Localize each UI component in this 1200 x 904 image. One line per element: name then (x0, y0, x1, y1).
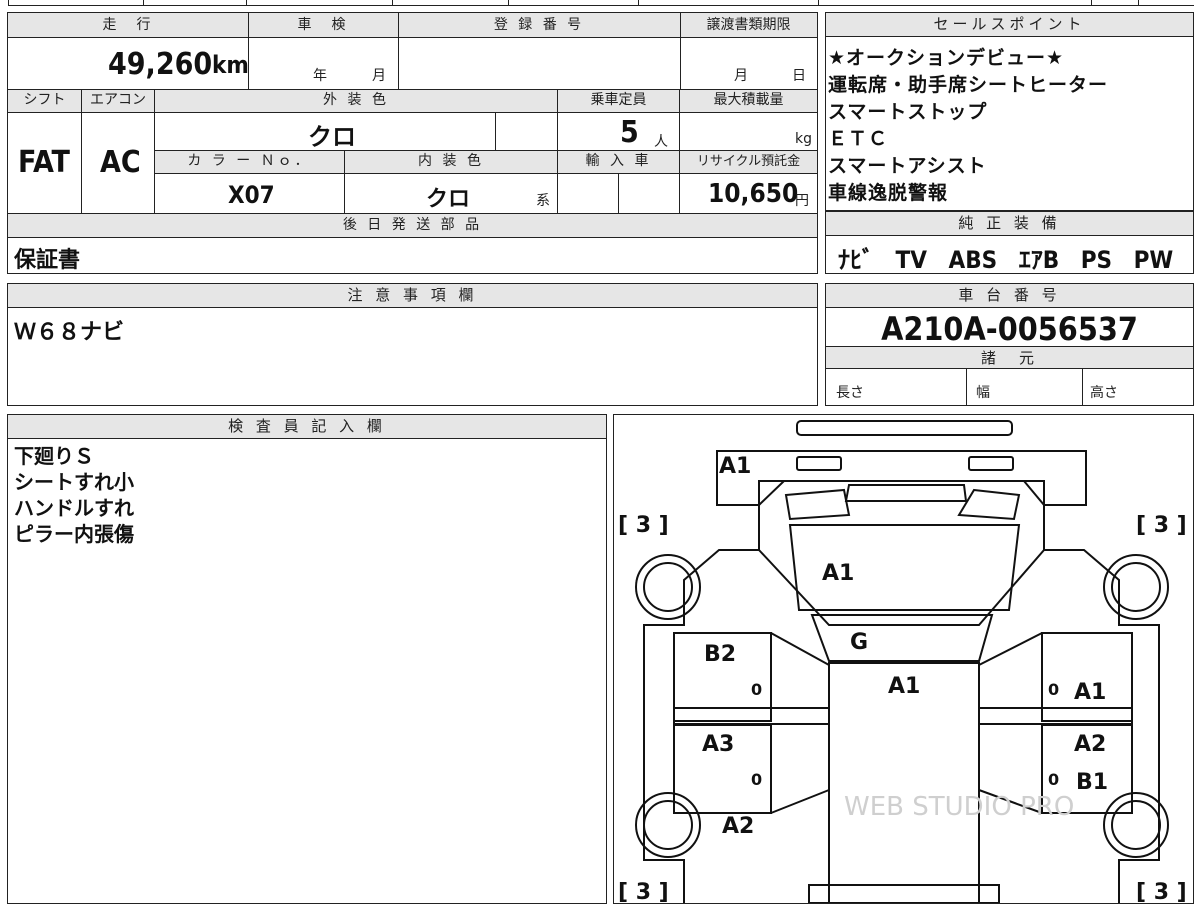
equipment-item: PW (1133, 246, 1174, 274)
zero-mark: 0 (1048, 680, 1059, 699)
height-label: 高さ (1090, 385, 1118, 401)
car-diagram-panel: WEB STUDIO PRO [ 3 ] [ 3 ] [ 3 ] [ 3 ] A… (613, 414, 1194, 904)
equipment-item: ABS (948, 246, 998, 274)
car-diagram: WEB STUDIO PRO [ 3 ] [ 3 ] [ 3 ] [ 3 ] A… (618, 420, 1187, 903)
inspector-label: 検 査 員 記 入 欄 (8, 415, 606, 439)
sales-point-item: スマートアシスト (828, 155, 987, 177)
shift-value: FAT (18, 145, 70, 180)
roof (828, 662, 980, 903)
exterior-color-label: 外 装 色 (155, 90, 557, 112)
zero-mark: 0 (751, 770, 762, 789)
inspector-panel: 検 査 員 記 入 欄 下廻りＳ シートすれ小 ハンドルすれ ピラー内張傷 (7, 414, 607, 904)
registration-label: 登 録 番 号 (398, 13, 680, 37)
recycle-fee-unit: 円 (795, 193, 809, 209)
interior-color-suffix: 系 (536, 193, 550, 209)
inspector-notes: 下廻りＳ シートすれ小 ハンドルすれ ピラー内張傷 (14, 443, 134, 547)
later-parts-label: 後 日 発 送 部 品 (8, 214, 817, 237)
mark-right-rear-door-1: A2 (1074, 732, 1106, 757)
vehicle-info-table: 走 行 車 検 登 録 番 号 譲渡書類期限 49,260 km 年 月 月 日… (7, 12, 818, 274)
tire-front-left: [ 3 ] (618, 513, 669, 538)
equipment-item: PS (1080, 246, 1113, 274)
tire-front-right: [ 3 ] (1136, 513, 1187, 538)
mark-front-bumper: A1 (719, 454, 751, 479)
transfer-day: 日 (792, 68, 806, 84)
equipment-item: ｴｱB (1018, 246, 1060, 274)
equipment-item: ﾅﾋﾞ (838, 246, 874, 274)
wheel-front-right (1103, 554, 1169, 620)
sales-points-list: ★オークションデビュー★ 運転席・助手席シートヒーター スマートストップ ＥＴＣ… (828, 45, 1192, 207)
interior-color-label: 内 装 色 (345, 151, 557, 173)
interior-color-value: クロ (426, 187, 471, 212)
color-no-label: カ ラ ー Ｎｏ． (155, 151, 344, 173)
chassis-panel: 車 台 番 号 A210A-0056537 諸 元 長さ 幅 高さ (825, 283, 1194, 406)
notes-value: Ｗ６８ナビ (14, 320, 125, 345)
length-label: 長さ (836, 385, 864, 401)
wheel-rear-left (635, 792, 701, 858)
chassis-number: A210A-0056537 (881, 310, 1138, 348)
capacity-label: 乗車定員 (558, 90, 679, 112)
mileage-unit: km (212, 51, 249, 79)
sales-point-item: ★オークションデビュー★ (828, 47, 1065, 69)
capacity-unit: 人 (654, 134, 668, 150)
inspector-note-line: シートすれ小 (14, 470, 134, 494)
watermark: WEB STUDIO PRO (844, 792, 1074, 822)
inspection-month: 月 (372, 68, 386, 84)
sales-point-item: スマートストップ (828, 101, 988, 123)
equipment-item: TV (895, 246, 927, 274)
sales-point-item: 運転席・助手席シートヒーター (828, 74, 1109, 96)
mark-roof: A1 (888, 674, 920, 699)
width-label: 幅 (976, 385, 990, 401)
transfer-deadline-label: 譲渡書類期限 (680, 13, 817, 37)
front-bumper (716, 450, 1087, 506)
top-cutoff-strip (8, 0, 1194, 6)
sales-point-item: 車線逸脱警報 (828, 182, 949, 204)
import-label: 輸 入 車 (558, 151, 679, 173)
notes-panel: 注 意 事 項 欄 Ｗ６８ナビ (7, 283, 818, 406)
inspection-label: 車 検 (248, 13, 398, 37)
mark-hood: A1 (822, 561, 854, 586)
ac-value: AC (100, 145, 141, 180)
max-load-label: 最大積載量 (680, 90, 817, 112)
capacity-value: 5 (620, 115, 639, 150)
spec-label: 諸 元 (826, 347, 1193, 369)
zero-mark: 0 (751, 680, 762, 699)
max-load-unit: kg (795, 131, 812, 147)
equipment-panel: 純 正 装 備 ﾅﾋﾞ TV ABS ｴｱB PS PW (825, 211, 1194, 274)
inspector-note-line: ピラー内張傷 (14, 522, 134, 546)
mileage-label: 走 行 (8, 13, 248, 37)
recycle-fee-value: 10,650 (708, 179, 799, 209)
sales-points-panel: セールスポイント ★オークションデビュー★ 運転席・助手席シートヒーター スマー… (825, 12, 1194, 211)
inspection-year: 年 (313, 68, 327, 84)
mark-windshield: G (850, 630, 868, 655)
hood (758, 480, 1045, 626)
mark-right-front-door: A1 (1074, 680, 1106, 705)
ac-label: エアコン (82, 90, 154, 112)
mark-left-rear-fender: A2 (722, 814, 754, 839)
mark-left-front-door: B2 (704, 642, 736, 667)
front-bumper-top (796, 420, 1013, 436)
chassis-label: 車 台 番 号 (826, 284, 1193, 308)
color-no-value: X07 (228, 181, 275, 209)
equipment-label: 純 正 装 備 (826, 212, 1193, 236)
mark-right-rear-door-2: B1 (1076, 770, 1108, 795)
mark-left-rear-door: A3 (702, 732, 734, 757)
equipment-list: ﾅﾋﾞ TV ABS ｴｱB PS PW (838, 240, 1173, 275)
later-parts-value: 保証書 (14, 248, 81, 273)
inspector-note-line: 下廻りＳ (14, 444, 94, 468)
exterior-color-value: クロ (308, 123, 356, 151)
mileage-value: 49,260 (108, 47, 213, 82)
notes-label: 注 意 事 項 欄 (8, 284, 817, 308)
sales-points-label: セールスポイント (826, 13, 1193, 37)
shift-label: シフト (8, 90, 81, 112)
recycle-fee-label: リサイクル預託金 (680, 151, 817, 173)
wheel-front-left (635, 554, 701, 620)
inspector-note-line: ハンドルすれ (14, 496, 134, 520)
sales-point-item: ＥＴＣ (828, 128, 889, 150)
zero-mark: 0 (1048, 770, 1059, 789)
transfer-month: 月 (734, 68, 748, 84)
